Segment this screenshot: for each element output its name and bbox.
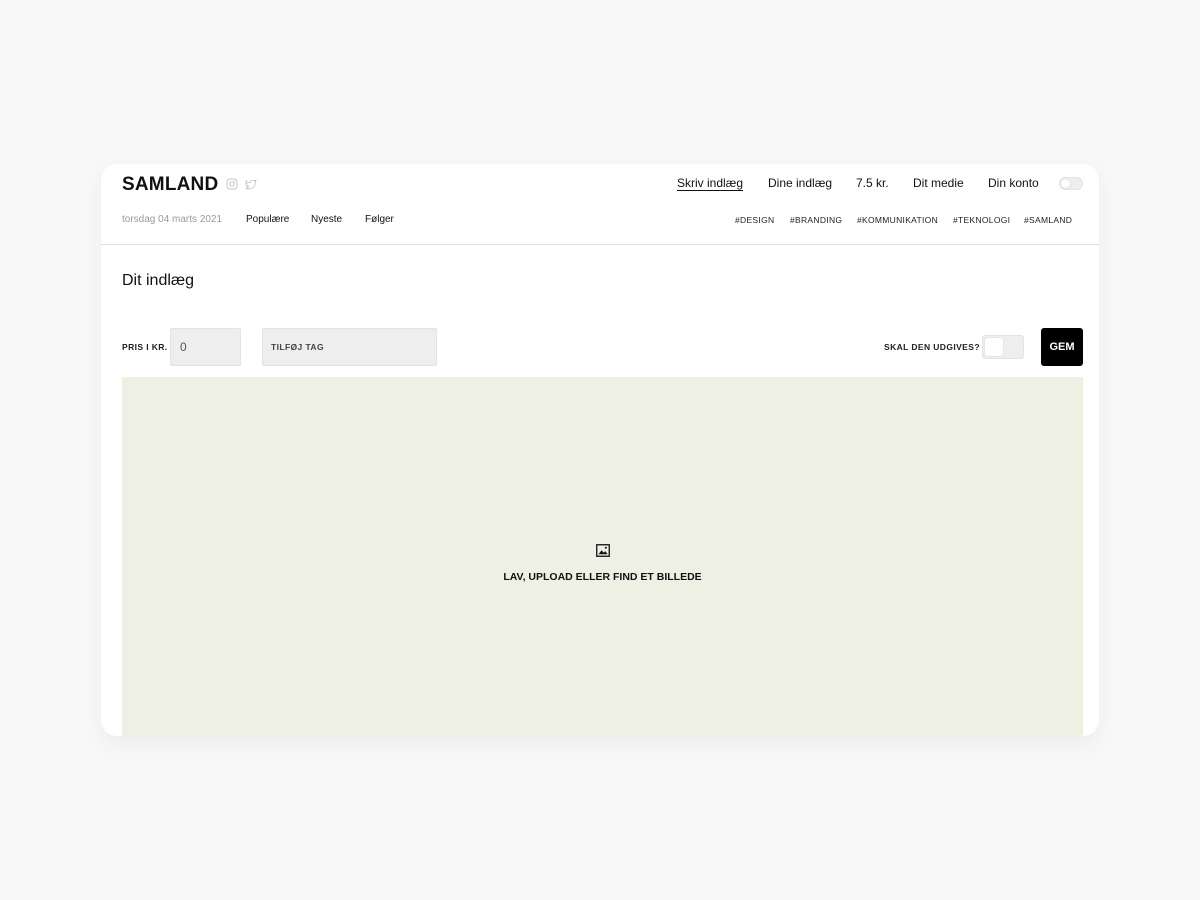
publish-toggle-knob xyxy=(985,338,1003,356)
app-window: SAMLAND Skriv indlæg Dine indlæg 7.5 kr.… xyxy=(101,164,1099,736)
tag-link-design[interactable]: #DESIGN xyxy=(735,215,774,225)
publish-label: SKAL DEN UDGIVES? xyxy=(884,342,980,352)
theme-toggle[interactable] xyxy=(1059,177,1083,190)
theme-toggle-knob xyxy=(1061,179,1070,188)
nav-my-posts[interactable]: Dine indlæg xyxy=(768,176,832,190)
tag-link-teknologi[interactable]: #TEKNOLOGI xyxy=(953,215,1010,225)
price-input[interactable] xyxy=(170,328,241,366)
nav-write-post[interactable]: Skriv indlæg xyxy=(677,176,743,190)
top-header: SAMLAND Skriv indlæg Dine indlæg 7.5 kr.… xyxy=(101,164,1099,245)
image-prompt: LAV, UPLOAD ELLER FIND ET BILLEDE xyxy=(503,571,702,583)
tag-link-branding[interactable]: #BRANDING xyxy=(790,215,842,225)
price-label: PRIS I KR. xyxy=(122,342,168,352)
add-tag-input[interactable] xyxy=(262,328,437,366)
filter-popular[interactable]: Populære xyxy=(246,214,289,225)
page-title: Dit indlæg xyxy=(122,272,195,289)
instagram-icon[interactable] xyxy=(226,178,238,190)
publish-toggle[interactable] xyxy=(982,335,1024,359)
image-icon xyxy=(596,544,610,557)
image-dropzone[interactable]: LAV, UPLOAD ELLER FIND ET BILLEDE xyxy=(122,377,1083,736)
nav-my-account[interactable]: Din konto xyxy=(988,176,1039,190)
current-date: torsdag 04 marts 2021 xyxy=(122,214,223,225)
nav-my-media[interactable]: Dit medie xyxy=(913,176,964,190)
brand-logo[interactable]: SAMLAND xyxy=(122,174,218,196)
save-button[interactable]: GEM xyxy=(1041,328,1083,366)
tag-link-kommunikation[interactable]: #KOMMUNIKATION xyxy=(857,215,938,225)
filter-following[interactable]: Følger xyxy=(365,214,394,225)
filter-newest[interactable]: Nyeste xyxy=(311,214,342,225)
tag-link-samland[interactable]: #SAMLAND xyxy=(1024,215,1072,225)
nav-balance[interactable]: 7.5 kr. xyxy=(856,176,889,190)
twitter-icon[interactable] xyxy=(245,178,257,190)
